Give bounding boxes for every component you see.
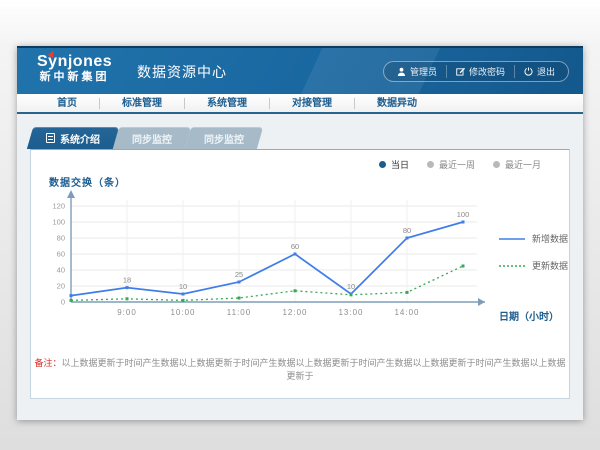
legend-label: 更新数据 — [532, 259, 568, 272]
logo-subtext: 新中新集团 — [37, 71, 112, 84]
logout-button[interactable]: 退出 — [514, 65, 564, 78]
user-toolbar: 管理员 修改密码 退出 — [383, 61, 569, 82]
svg-text:11:00: 11:00 — [227, 308, 251, 317]
svg-text:12:00: 12:00 — [282, 308, 307, 317]
page-title: 数据资源中心 — [125, 62, 227, 82]
svg-text:100: 100 — [457, 210, 470, 219]
svg-text:14:00: 14:00 — [394, 308, 419, 317]
tab-2[interactable]: 同步监控 — [188, 127, 260, 149]
edit-icon — [456, 67, 465, 76]
tab-1[interactable]: 同步监控 — [116, 127, 188, 149]
svg-text:9:00: 9:00 — [117, 308, 137, 317]
radio-label: 当日 — [391, 158, 409, 171]
svg-text:18: 18 — [123, 276, 131, 285]
user-icon — [397, 67, 406, 76]
change-password-button[interactable]: 修改密码 — [446, 65, 514, 78]
radio-dot-icon — [427, 161, 434, 168]
svg-text:25: 25 — [235, 270, 243, 279]
nav-item-3[interactable]: 对接管理 — [269, 98, 354, 109]
logo-text: Synjones — [37, 53, 112, 71]
footnote: 备注：以上数据更新于时间产生数据以上数据更新于时间产生数据以上数据更新于时间产生… — [31, 356, 569, 382]
line-chart: 0 20 40 60 80 100 120 9:00 10:00 11:00 12:00 13:00 1… — [37, 190, 561, 330]
radio-label: 最近一周 — [439, 158, 475, 171]
chart-legend: 新增数据更新数据 — [499, 232, 568, 272]
radio-dot-icon — [493, 161, 500, 168]
chart-panel: 当日 最近一周 最近一月 数据交换（条） 0 20 40 60 80 100 120 9:00 10… — [30, 149, 570, 399]
svg-text:40: 40 — [57, 266, 65, 275]
svg-text:20: 20 — [57, 282, 65, 291]
svg-text:13:00: 13:00 — [338, 308, 363, 317]
nav-item-2[interactable]: 系统管理 — [184, 98, 269, 109]
user-button[interactable]: 管理员 — [388, 65, 446, 78]
svg-text:60: 60 — [291, 242, 299, 251]
svg-text:80: 80 — [403, 226, 411, 235]
main-nav: 首页标准管理系统管理对接管理数据异动 — [17, 94, 583, 114]
nav-item-4[interactable]: 数据异动 — [354, 98, 439, 109]
svg-text:10: 10 — [347, 282, 355, 291]
svg-text:10: 10 — [179, 282, 187, 291]
content-area: 系统介绍 同步监控 同步监控 当日 最近一周 最近一月 数据交换（条） 0 20 40 60 8… — [17, 114, 583, 422]
svg-text:120: 120 — [52, 202, 65, 211]
tab-label: 同步监控 — [204, 131, 244, 146]
svg-text:60: 60 — [57, 250, 65, 259]
x-axis-title: 日期（小时） — [499, 308, 559, 323]
header: Synjones 新中新集团 数据资源中心 管理员 修改密码 — [17, 48, 583, 94]
tab-bar: 系统介绍 同步监控 同步监控 — [30, 127, 260, 149]
radio-dot-icon — [379, 161, 386, 168]
radio-label: 最近一月 — [505, 158, 541, 171]
tab-0[interactable]: 系统介绍 — [30, 127, 116, 149]
radio-option-1[interactable]: 最近一周 — [427, 158, 475, 171]
tab-label: 同步监控 — [132, 131, 172, 146]
app-window: Synjones 新中新集团 数据资源中心 管理员 修改密码 — [17, 46, 583, 420]
footnote-prefix: 备注： — [34, 358, 61, 368]
power-icon — [524, 67, 533, 76]
legend-item-1[interactable]: 更新数据 — [499, 259, 568, 272]
svg-text:100: 100 — [52, 218, 65, 227]
footnote-text: 以上数据更新于时间产生数据以上数据更新于时间产生数据以上数据更新于时间产生数据以… — [62, 358, 566, 381]
svg-text:80: 80 — [57, 234, 65, 243]
legend-item-0[interactable]: 新增数据 — [499, 232, 568, 245]
svg-text:10:00: 10:00 — [170, 308, 195, 317]
legend-swatch-icon — [499, 262, 525, 270]
nav-item-0[interactable]: 首页 — [35, 98, 99, 109]
svg-text:0: 0 — [61, 298, 65, 307]
radio-option-2[interactable]: 最近一月 — [493, 158, 541, 171]
range-filter: 当日 最近一周 最近一月 — [379, 158, 541, 171]
tab-label: 系统介绍 — [60, 131, 100, 146]
legend-label: 新增数据 — [532, 232, 568, 245]
radio-option-0[interactable]: 当日 — [379, 158, 409, 171]
logo: Synjones 新中新集团 — [37, 53, 112, 84]
nav-item-1[interactable]: 标准管理 — [99, 98, 184, 109]
document-icon — [46, 133, 55, 143]
y-axis-title: 数据交换（条） — [49, 174, 126, 189]
legend-swatch-icon — [499, 235, 525, 243]
